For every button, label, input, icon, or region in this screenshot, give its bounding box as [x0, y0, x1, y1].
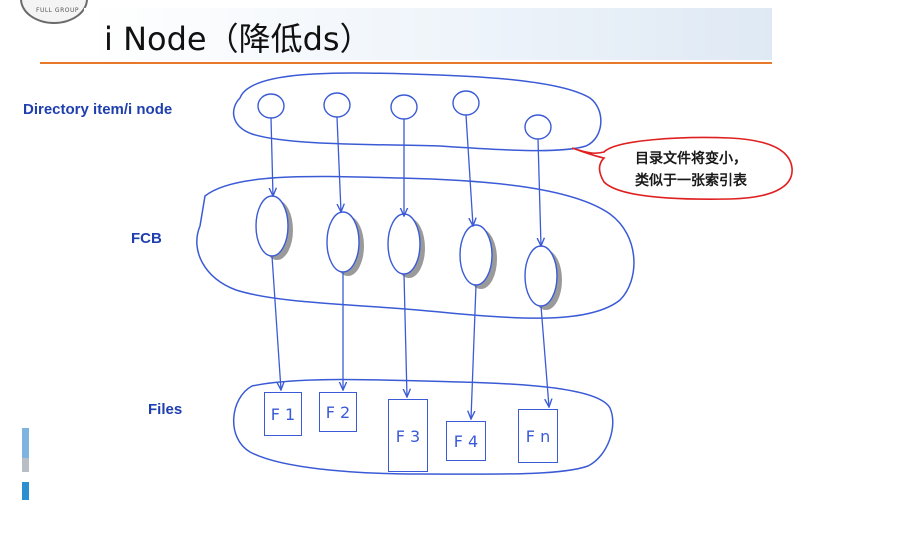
arrow-fcb-to-file: [271, 255, 281, 390]
callout-line: 目录文件将变小，: [635, 151, 747, 167]
files-label: Files: [148, 401, 183, 418]
fcb-ellipse: [524, 245, 558, 307]
file-box: F n: [518, 409, 558, 463]
fcb-ellipse: [326, 211, 360, 273]
fcb-ellipse: [387, 213, 421, 275]
file-box: F 4: [446, 421, 486, 461]
arrow-dir-to-fcb: [271, 117, 273, 196]
arrow-fcb-to-file: [404, 273, 407, 397]
directory-entry-circle: [524, 114, 552, 140]
fcb-label: FCB: [131, 230, 162, 247]
directory-label: Directory item/i node: [23, 101, 173, 118]
directory-entry-circle: [452, 90, 480, 116]
callout-line: 类似于一张索引表: [635, 173, 747, 189]
directory-group-outline: [232, 72, 602, 152]
file-box: F 3: [388, 399, 428, 472]
directory-entry-circle: [323, 92, 351, 118]
arrow-dir-to-fcb: [538, 138, 541, 246]
arrow-dir-to-fcb: [336, 116, 341, 212]
file-box: F 2: [319, 392, 357, 432]
directory-entry-circle: [390, 94, 418, 120]
fcb-ellipse: [459, 224, 493, 286]
arrow-fcb-to-file: [471, 284, 477, 419]
arrow-dir-to-fcb: [465, 114, 473, 226]
slide: FULL GROUP i Node（降低ds） 目录文件将变小， 类似于一张索引…: [0, 0, 911, 549]
callout-text: 目录文件将变小， 类似于一张索引表: [603, 148, 779, 192]
directory-entry-circle: [257, 93, 285, 119]
inode-diagram: [196, 72, 793, 475]
fcb-ellipse: [255, 195, 289, 257]
file-box: F 1: [264, 392, 302, 436]
arrow-fcb-to-file: [540, 305, 549, 407]
